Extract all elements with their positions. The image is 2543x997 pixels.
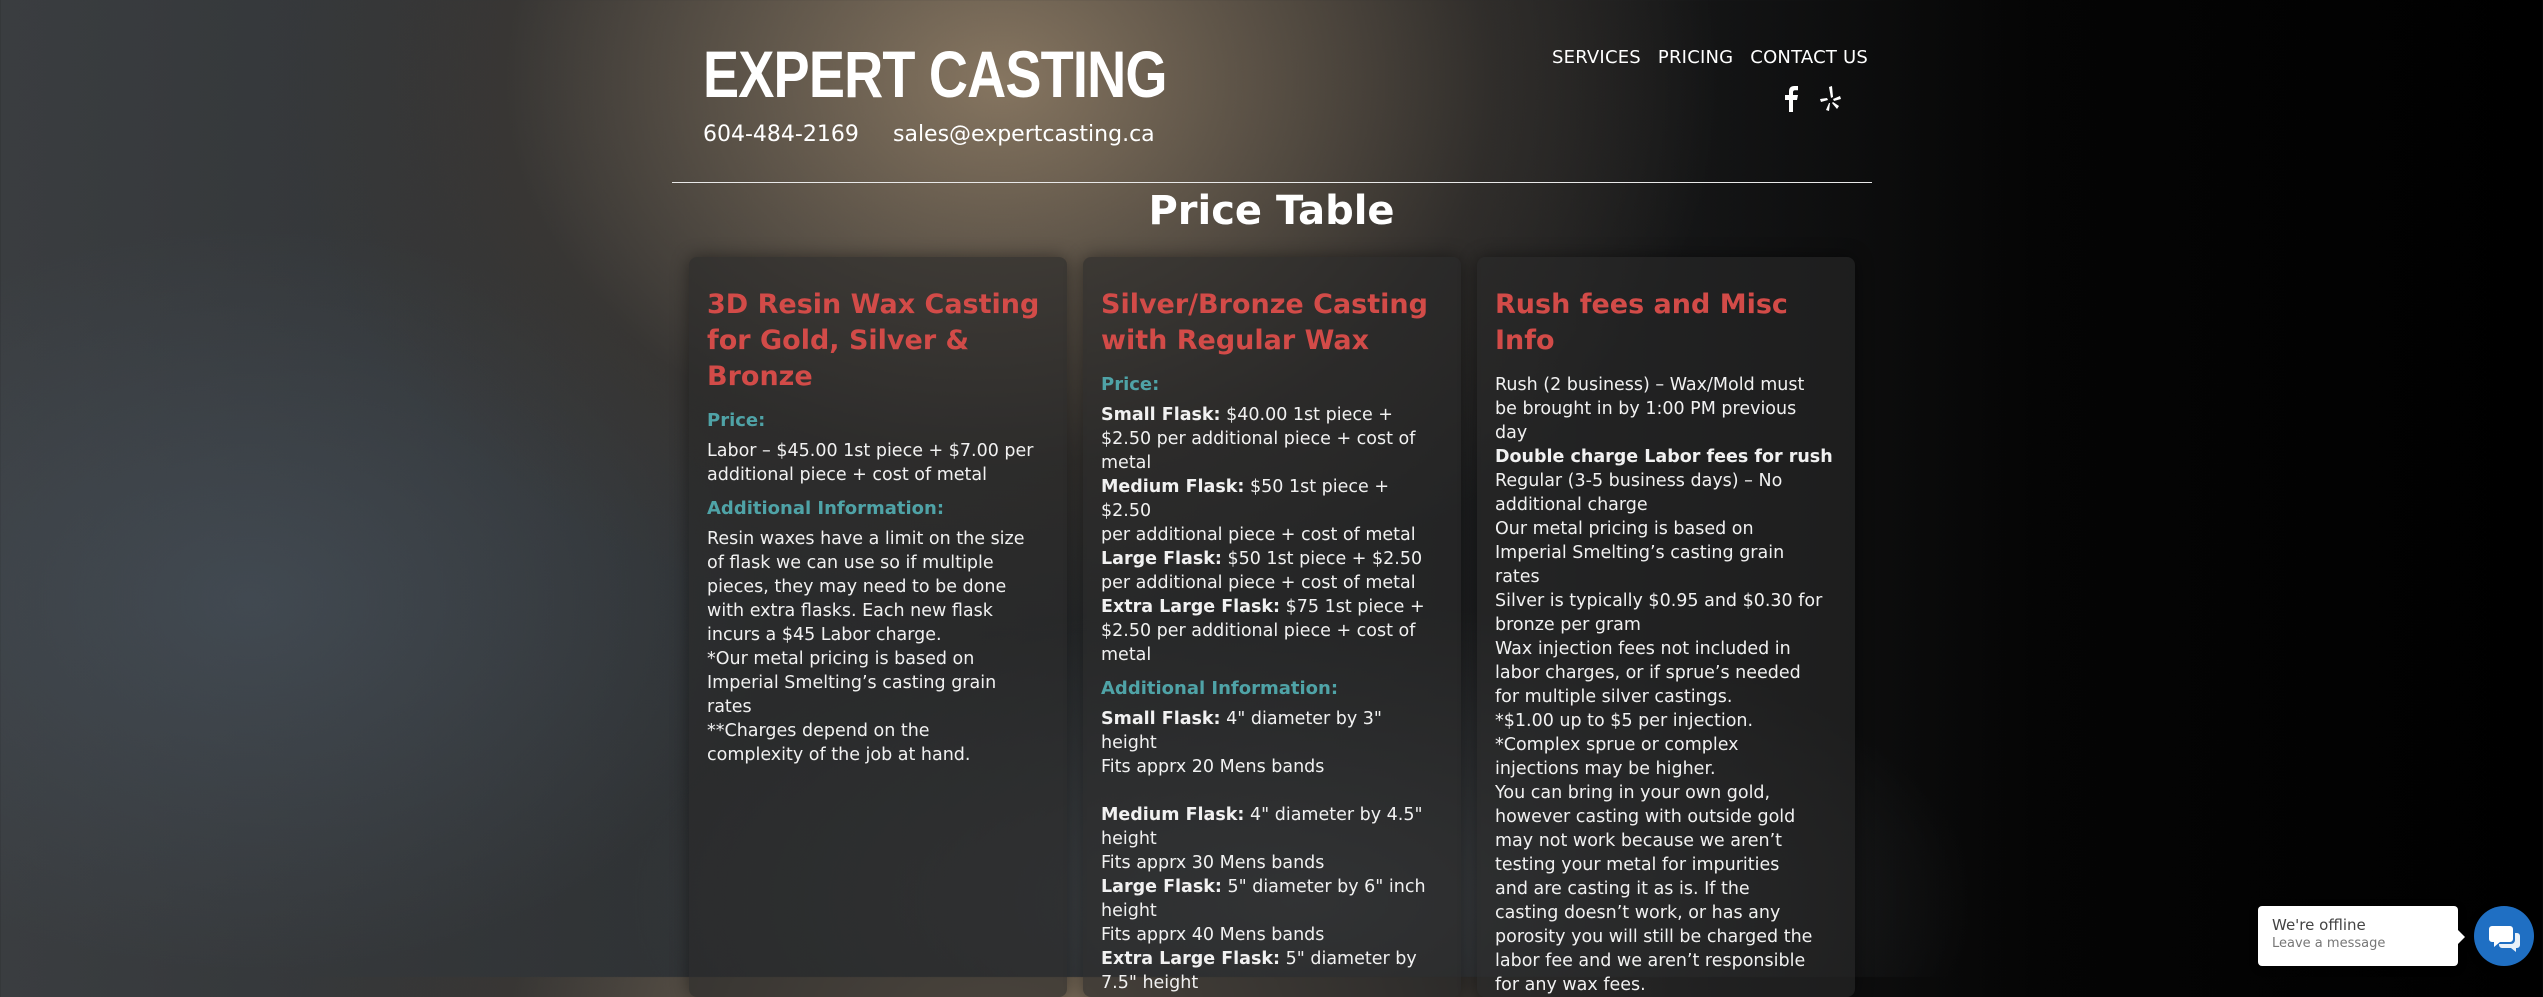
info-text: may not work because we aren’t — [1495, 831, 1783, 851]
price-extra-large-flask: Extra Large Flask: $75 1st piece + — [1101, 597, 1425, 617]
info-text: day — [1495, 423, 1528, 443]
chat-button[interactable] — [2474, 906, 2534, 966]
info-text: complexity of the job at hand. — [707, 745, 971, 765]
card-title: Silver/Bronze Casting with Regular Wax — [1101, 289, 1428, 356]
info-text: with extra flasks. Each new flask — [707, 601, 993, 621]
price-heading: Price: — [707, 410, 766, 431]
chat-leave-message[interactable]: Leave a message — [2272, 935, 2444, 953]
info-text: for multiple silver castings. — [1495, 687, 1733, 707]
price-text: $2.50 per additional piece + cost of — [1101, 429, 1416, 449]
info-text: labor fee and we aren’t responsible — [1495, 951, 1806, 971]
info-heading: Additional Information: — [1101, 678, 1339, 699]
price-medium-flask: Medium Flask: $50 1st piece + $2.50 — [1101, 477, 1389, 521]
info-text: **Charges depend on the — [707, 721, 930, 741]
info-text: rates — [707, 697, 752, 717]
site-logo[interactable]: EXPERT CASTING — [703, 34, 1167, 114]
main-nav: SERVICES PRICING CONTACT US — [1552, 47, 1868, 68]
price-text: per additional piece + cost of metal — [1101, 525, 1416, 545]
info-text: Fits apprx 20 Mens bands — [1101, 757, 1325, 777]
info-text: Resin waxes have a limit on the size — [707, 529, 1025, 549]
info-text: however casting with outside gold — [1495, 807, 1796, 827]
social-links — [1780, 86, 1842, 112]
rush-fees-card: Rush fees and Misc Info Rush (2 business… — [1477, 257, 1855, 997]
info-text: of flask we can use so if multiple — [707, 553, 994, 573]
info-text: 7.5" height — [1101, 973, 1199, 993]
chat-bubbles-icon — [2489, 926, 2520, 952]
info-text: testing your metal for impurities — [1495, 855, 1780, 875]
info-text: Fits apprx 30 Mens bands — [1101, 853, 1325, 873]
price-text: Labor – $45.00 1st piece + $7.00 per — [707, 441, 1034, 461]
nav-pricing[interactable]: PRICING — [1658, 47, 1733, 68]
info-text: rates — [1495, 567, 1540, 587]
info-text: You can bring in your own gold, — [1495, 783, 1771, 803]
price-text: $2.50 per additional piece + cost of — [1101, 621, 1416, 641]
info-text: Fits apprx 40 Mens bands — [1101, 925, 1325, 945]
chat-pointer — [2457, 929, 2465, 945]
price-card-regular-wax: Silver/Bronze Casting with Regular Wax P… — [1083, 257, 1461, 997]
price-text: metal — [1101, 453, 1152, 473]
info-text: bronze per gram — [1495, 615, 1641, 635]
info-text: Wax injection fees not included in — [1495, 639, 1791, 659]
info-text: height — [1101, 901, 1157, 921]
price-large-flask: Large Flask: $50 1st piece + $2.50 — [1101, 549, 1423, 569]
card-title: 3D Resin Wax Casting for Gold, Silver & … — [707, 289, 1040, 392]
facebook-icon[interactable] — [1780, 86, 1802, 112]
size-extra-large-flask: Extra Large Flask: 5" diameter by — [1101, 949, 1417, 969]
price-card-resin-wax: 3D Resin Wax Casting for Gold, Silver & … — [689, 257, 1067, 997]
price-text: per additional piece + cost of metal — [1101, 573, 1416, 593]
price-text: metal — [1101, 645, 1152, 665]
header-divider — [672, 182, 1872, 183]
rush-double-charge: Double charge Labor fees for rush — [1495, 447, 1833, 467]
info-text: Regular (3-5 business days) – No — [1495, 471, 1783, 491]
price-text: additional piece + cost of metal — [707, 465, 987, 485]
info-text: incurs a $45 Labor charge. — [707, 625, 942, 645]
info-text: additional charge — [1495, 495, 1648, 515]
phone-number[interactable]: 604-484-2169 — [703, 122, 859, 147]
info-text: pieces, they may need to be done — [707, 577, 1007, 597]
size-large-flask: Large Flask: 5" diameter by 6" inch — [1101, 877, 1426, 897]
info-text: Our metal pricing is based on — [1495, 519, 1754, 539]
email-address[interactable]: sales@expertcasting.ca — [893, 122, 1155, 147]
price-small-flask: Small Flask: $40.00 1st piece + — [1101, 405, 1393, 425]
yelp-icon[interactable] — [1820, 86, 1842, 112]
info-text: be brought in by 1:00 PM previous — [1495, 399, 1797, 419]
info-text: Rush (2 business) – Wax/Mold must — [1495, 375, 1805, 395]
nav-contact-us[interactable]: CONTACT US — [1750, 47, 1868, 68]
info-text: Silver is typically $0.95 and $0.30 for — [1495, 591, 1823, 611]
info-text: height — [1101, 733, 1157, 753]
info-text: and are casting it as is. If the — [1495, 879, 1750, 899]
page-title: Price Table — [1148, 188, 1395, 234]
size-small-flask: Small Flask: 4" diameter by 3" — [1101, 709, 1382, 729]
info-text: labor charges, or if sprue’s needed — [1495, 663, 1801, 683]
card-title: Rush fees and Misc Info — [1495, 289, 1788, 356]
info-text: Imperial Smelting’s casting grain — [707, 673, 997, 693]
chat-status: We're offline — [2272, 916, 2366, 934]
info-text: Imperial Smelting’s casting grain — [1495, 543, 1785, 563]
info-text: casting doesn’t work, or has any — [1495, 903, 1781, 923]
price-heading: Price: — [1101, 374, 1160, 395]
info-text: *Our metal pricing is based on — [707, 649, 975, 669]
nav-services[interactable]: SERVICES — [1552, 47, 1641, 68]
info-text: height — [1101, 829, 1157, 849]
info-text: injections may be higher. — [1495, 759, 1716, 779]
info-text: *Complex sprue or complex — [1495, 735, 1739, 755]
info-text: porosity you will still be charged the — [1495, 927, 1813, 947]
chat-offline-panel[interactable]: We're offline Leave a message — [2258, 906, 2458, 966]
info-text: *$1.00 up to $5 per injection. — [1495, 711, 1754, 731]
info-heading: Additional Information: — [707, 498, 945, 519]
size-medium-flask: Medium Flask: 4" diameter by 4.5" — [1101, 805, 1423, 825]
